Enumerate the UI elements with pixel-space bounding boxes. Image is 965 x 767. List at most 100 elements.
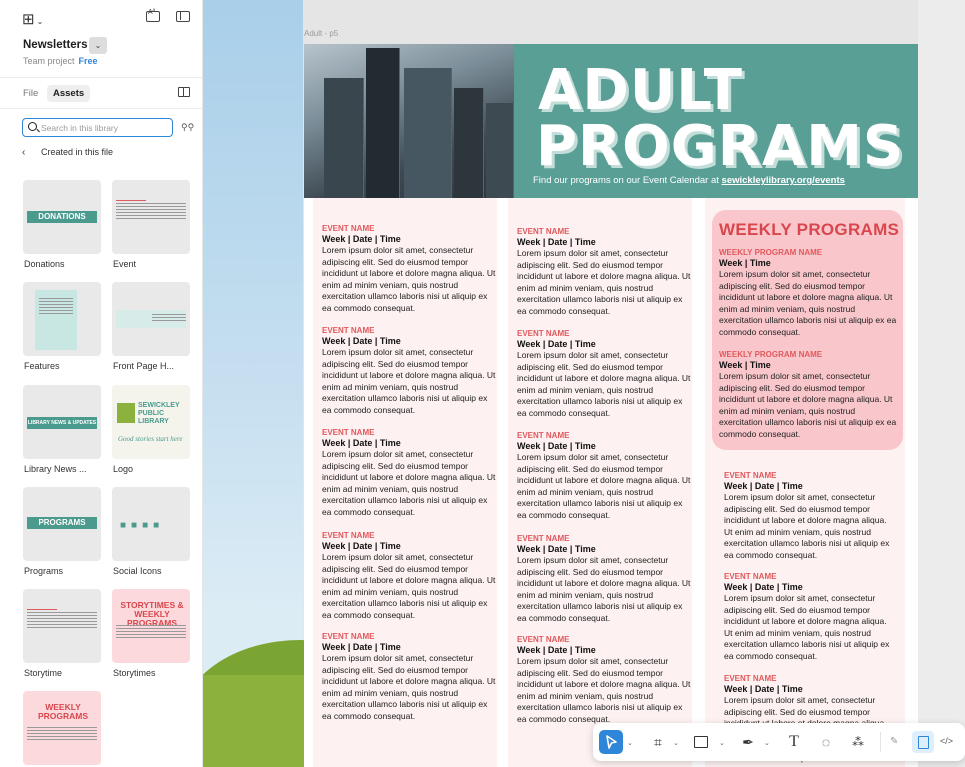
chevron-down-icon: ⌄ bbox=[36, 17, 44, 26]
event-when: Week | Date | Time bbox=[517, 544, 596, 554]
event-card[interactable]: EVENT NAME Week | Date | Time Lorem ipsum … bbox=[322, 326, 498, 417]
filter-icon[interactable]: ⚲⚲ bbox=[181, 122, 194, 133]
asset-thumbnail[interactable] bbox=[23, 282, 101, 356]
dev-mode-button[interactable] bbox=[912, 731, 934, 753]
event-when: Week | Date | Time bbox=[517, 441, 596, 451]
event-name: EVENT NAME bbox=[517, 227, 570, 236]
asset-chip: DONATIONS bbox=[27, 211, 97, 223]
chevron-down-icon[interactable]: ⌄ bbox=[719, 739, 725, 747]
file-name[interactable]: Newsletters bbox=[23, 39, 88, 51]
tab-assets[interactable]: Assets bbox=[47, 85, 91, 102]
event-card[interactable]: EVENT NAME Week | Date | Time Lorem ipsum … bbox=[322, 531, 498, 622]
canvas[interactable]: Adult - p5 ADULT PROGRAMS Find our progr… bbox=[0, 0, 965, 767]
asset-thumbnail[interactable] bbox=[112, 180, 190, 254]
artboard-adult-p5[interactable]: ADULT PROGRAMS Find our programs on our … bbox=[304, 44, 918, 767]
event-name: EVENT NAME bbox=[322, 531, 375, 540]
hero-banner[interactable]: ADULT PROGRAMS Find our programs on our … bbox=[304, 44, 918, 198]
back-chevron-icon[interactable]: ‹ bbox=[22, 147, 25, 158]
asset-label[interactable]: Programs bbox=[24, 566, 63, 576]
event-card[interactable]: EVENT NAME Week | Date | Time Lorem ipsum … bbox=[517, 534, 693, 625]
frame-tool-button[interactable]: ⌗ bbox=[647, 730, 669, 754]
event-card[interactable]: EVENT NAME Week | Date | Time Lorem ipsum … bbox=[322, 428, 498, 519]
asset-label[interactable]: Logo bbox=[113, 464, 133, 474]
chevron-down-icon[interactable]: ⌄ bbox=[764, 739, 770, 747]
event-when: Week | Date | Time bbox=[322, 642, 401, 652]
frame-label[interactable]: Adult - p5 bbox=[304, 29, 338, 38]
asset-label[interactable]: Front Page H... bbox=[113, 361, 174, 371]
asset-label[interactable]: Donations bbox=[24, 259, 65, 269]
logo-tagline: Good stories start here bbox=[118, 435, 183, 443]
event-description: Lorem ipsum dolor sit amet, consectetur … bbox=[322, 347, 496, 415]
hero-title-line2: PROGRAMS bbox=[536, 114, 905, 179]
event-card[interactable]: EVENT NAME Week | Date | Time Lorem ipsum … bbox=[517, 329, 693, 420]
weekly-program-card[interactable]: WEEKLY PROGRAM NAME Week | Time Lorem ipsu… bbox=[719, 248, 899, 339]
asset-label[interactable]: Event bbox=[113, 259, 136, 269]
file-menu-chevron-icon[interactable]: ⌄ bbox=[89, 37, 107, 54]
tab-file[interactable]: File bbox=[17, 85, 44, 102]
logo-text: SEWICKLEY PUBLIC LIBRARY bbox=[138, 402, 180, 425]
event-when: Week | Date | Time bbox=[724, 684, 803, 694]
asset-thumbnail[interactable]: WEEKLY PROGRAMS bbox=[23, 691, 101, 765]
chevron-down-icon[interactable]: ⌄ bbox=[673, 739, 679, 747]
team-project[interactable]: Team project Free bbox=[23, 56, 98, 66]
event-name: EVENT NAME bbox=[517, 534, 570, 543]
comment-tool-button[interactable]: ◌ bbox=[815, 730, 837, 754]
asset-search[interactable] bbox=[22, 118, 173, 137]
event-name: EVENT NAME bbox=[724, 572, 777, 581]
main-menu-button[interactable]: ⊞ ⌄ bbox=[22, 10, 43, 28]
event-name: EVENT NAME bbox=[322, 428, 375, 437]
ai-icon[interactable] bbox=[146, 9, 160, 22]
weekly-programs-box[interactable]: WEEKLY PROGRAMS WEEKLY PROGRAM NAME Week … bbox=[712, 210, 903, 450]
asset-label[interactable]: Storytime bbox=[24, 668, 62, 678]
asset-label[interactable]: Social Icons bbox=[113, 566, 162, 576]
event-card[interactable]: EVENT NAME Week | Date | Time Lorem ipsum … bbox=[517, 431, 693, 522]
asset-label[interactable]: Library News ... bbox=[24, 464, 87, 474]
text-tool-button[interactable]: T bbox=[784, 730, 804, 754]
asset-thumbnail[interactable]: ■■■■ bbox=[112, 487, 190, 561]
search-input[interactable] bbox=[41, 121, 169, 134]
event-when: Week | Date | Time bbox=[724, 481, 803, 491]
move-tool-button[interactable] bbox=[599, 730, 623, 754]
asset-label[interactable]: Storytimes bbox=[113, 668, 156, 678]
asset-thumbnail[interactable]: DONATIONS bbox=[23, 180, 101, 254]
toggle-sidebar-icon[interactable] bbox=[176, 11, 190, 22]
pen-tool-button[interactable]: ✒ bbox=[737, 730, 759, 754]
asset-thumbnail[interactable] bbox=[23, 589, 101, 663]
event-card[interactable]: EVENT NAME Week | Date | Time Lorem ipsum … bbox=[517, 635, 693, 726]
asset-label[interactable]: Features bbox=[24, 361, 60, 371]
libraries-icon[interactable] bbox=[178, 87, 190, 97]
asset-chip: PROGRAMS bbox=[27, 517, 97, 529]
divider bbox=[0, 77, 203, 78]
event-description: Lorem ipsum dolor sit amet, consectetur … bbox=[322, 653, 496, 721]
program-when: Week | Time bbox=[719, 360, 771, 370]
code-icon[interactable]: </> bbox=[940, 736, 953, 746]
weekly-program-card[interactable]: WEEKLY PROGRAM NAME Week | Time Lorem ipsu… bbox=[719, 350, 899, 441]
plan-badge[interactable]: Free bbox=[79, 56, 98, 66]
event-name: EVENT NAME bbox=[517, 635, 570, 644]
event-card[interactable]: EVENT NAME Week | Date | Time Lorem ipsum … bbox=[724, 572, 896, 663]
social-icons-preview: ■■■■ bbox=[120, 520, 165, 531]
library-logo-mark bbox=[117, 403, 135, 423]
asset-thumbnail[interactable] bbox=[112, 282, 190, 356]
asset-thumbnail[interactable]: SEWICKLEY PUBLIC LIBRARY Good stories sta… bbox=[112, 385, 190, 459]
event-card[interactable]: EVENT NAME Week | Date | Time Lorem ipsum … bbox=[322, 224, 498, 315]
chevron-down-icon[interactable]: ⌄ bbox=[627, 739, 633, 747]
breadcrumb[interactable]: Created in this file bbox=[41, 147, 113, 157]
event-when: Week | Date | Time bbox=[517, 237, 596, 247]
asset-thumbnail[interactable]: LIBRARY NEWS & UPDATES bbox=[23, 385, 101, 459]
asset-thumbnail[interactable]: PROGRAMS bbox=[23, 487, 101, 561]
asset-heading: WEEKLY PROGRAMS bbox=[37, 702, 89, 721]
asset-thumbnail[interactable]: STORYTIMES & WEEKLY PROGRAMS bbox=[112, 589, 190, 663]
event-when: Week | Date | Time bbox=[724, 582, 803, 592]
event-name: EVENT NAME bbox=[322, 632, 375, 641]
event-name: EVENT NAME bbox=[322, 326, 375, 335]
draw-mode-icon[interactable]: ✎ bbox=[890, 736, 898, 747]
event-card[interactable]: EVENT NAME Week | Date | Time Lorem ipsum … bbox=[724, 471, 896, 562]
event-card[interactable]: EVENT NAME Week | Date | Time Lorem ipsum … bbox=[517, 227, 693, 318]
actions-tool-button[interactable]: ⁂ bbox=[847, 730, 869, 754]
event-name: EVENT NAME bbox=[724, 674, 777, 683]
event-card[interactable]: EVENT NAME Week | Date | Time Lorem ipsum … bbox=[322, 632, 498, 723]
event-description: Lorem ipsum dolor sit amet, consectetur … bbox=[517, 248, 691, 316]
rectangle-tool-button[interactable] bbox=[694, 736, 708, 748]
divider bbox=[0, 108, 203, 109]
